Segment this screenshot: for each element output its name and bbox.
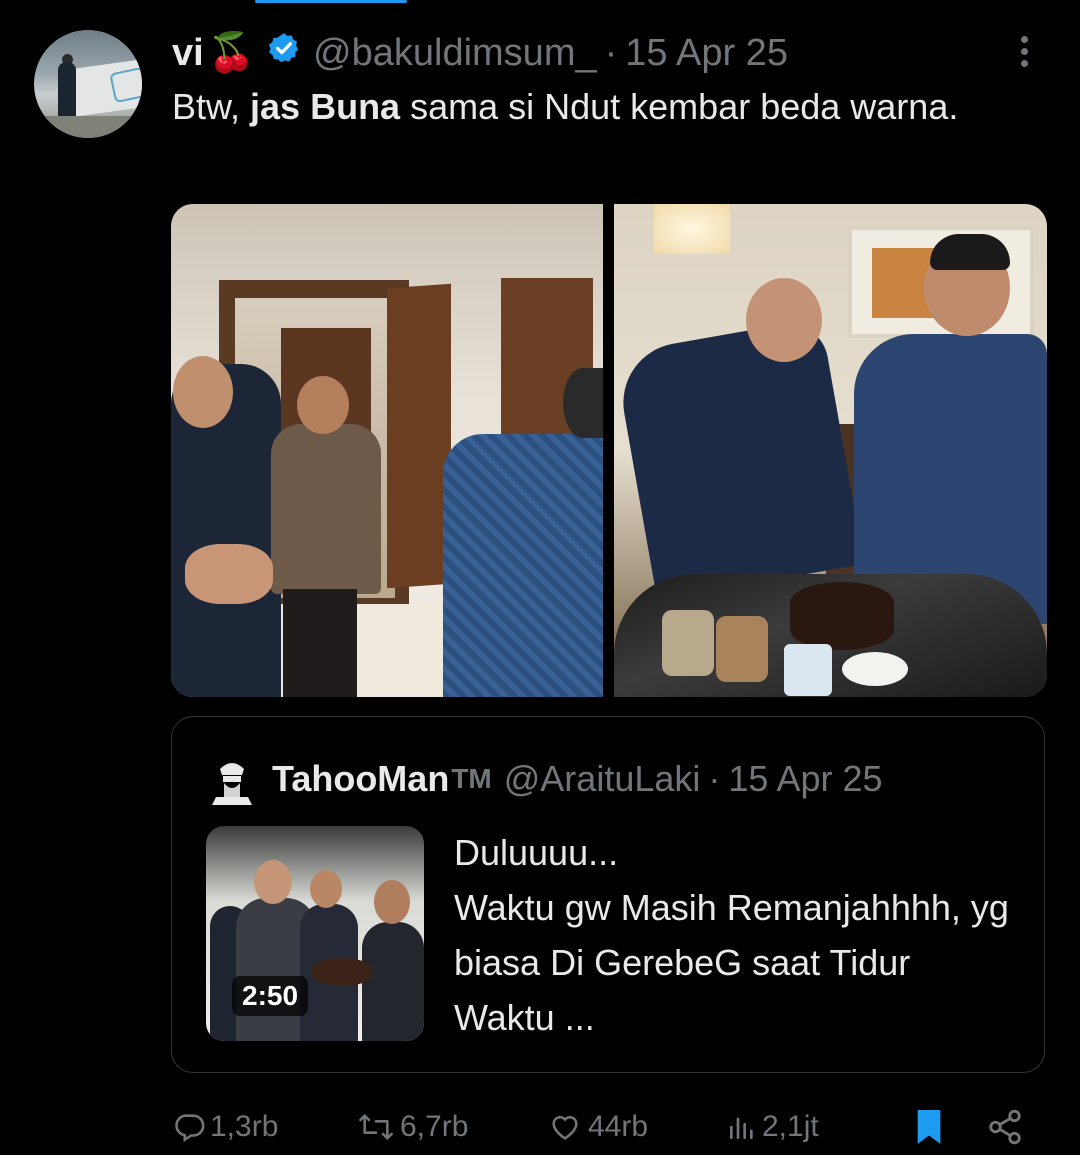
thumb-cake [312,958,372,986]
share-button[interactable] [986,1100,1024,1154]
quoted-separator-dot: · [708,758,721,799]
action-bar: 1,3rb 6,7rb 44rb 2,1jt [0,1100,1080,1154]
avatar-graffiti [109,66,142,104]
photo-lamp [654,204,730,254]
photo-man-center-legs [283,589,357,697]
photo-plate [842,652,908,686]
trademark-mark: TM [451,763,492,794]
views-count: 2,1jt [762,1110,819,1143]
photo-man-right-hair [930,234,1010,270]
views-button[interactable]: 2,1jt [726,1100,819,1154]
separator-dot: · [604,31,618,74]
quoted-tweet[interactable]: TahooMan TM @AraituLaki · 15 Apr 25 2:50… [171,716,1045,1073]
repost-count: 6,7rb [400,1110,469,1143]
like-icon [552,1115,578,1140]
quoted-text: Duluuuu... Waktu gw Masih Remanjahhhh, y… [454,832,1009,1038]
photo-man-center-head [297,376,349,434]
thumb-head-right [374,880,410,924]
reply-icon [175,1114,205,1143]
photo-bottles [784,644,832,696]
thumb-head-center [254,860,292,904]
repost-icon [359,1114,393,1140]
tweet-date[interactable]: 15 Apr 25 [625,32,788,75]
photo-man-left-head [173,356,233,428]
photo-man-left [614,317,865,601]
tweet-photo-1[interactable] [171,204,603,697]
quoted-date[interactable]: 15 Apr 25 [728,758,882,800]
more-icon[interactable] [1014,36,1034,72]
avatar-ground [34,116,142,138]
quoted-header: TahooMan TM @AraituLaki · 15 Apr 25 [272,753,883,805]
photo-jar-1 [662,610,714,676]
tweet-text-part-1: Btw, [172,86,251,127]
photo-open-door [387,283,451,589]
photo-man-left-head [746,278,822,362]
photo-man-right [443,434,603,697]
tweet-header: vi 🍒 @bakuldimsum_ · 15 Apr 25 [172,28,788,78]
quoted-author-name[interactable]: TahooMan [272,758,449,800]
tweet-text: Btw, jas Buna sama si Ndut kembar beda w… [172,80,1032,134]
tweet-text-part-3: sama si Ndut kembar beda warna. [400,86,959,127]
photo-man-center [271,424,381,594]
verified-badge-icon[interactable] [267,31,301,75]
quoted-author-handle[interactable]: @AraituLaki [504,758,701,800]
thumb-head-middle [310,870,342,908]
author-handle[interactable]: @bakuldimsum_ [313,32,597,75]
author-name[interactable]: vi [172,32,204,75]
bookmark-icon [917,1110,941,1144]
repost-button[interactable]: 6,7rb [356,1100,468,1154]
views-icon [730,1117,753,1139]
tweet-photo-2[interactable] [614,204,1047,697]
reply-count: 1,3rb [210,1110,279,1143]
like-count: 44rb [588,1110,649,1143]
quoted-author-avatar[interactable] [206,753,258,805]
photo-cake [790,582,894,650]
video-duration: 2:50 [232,976,309,1016]
photo-hands [185,544,273,604]
avatar-person [58,62,76,118]
reply-button[interactable]: 1,3rb [172,1100,278,1154]
tweet-text-bold: jas Buna [250,86,401,127]
author-avatar[interactable] [34,30,142,138]
active-tab-indicator [255,0,407,3]
quoted-video-thumbnail[interactable]: 2:50 [206,826,424,1041]
photo-man-right-head [563,368,603,438]
like-button[interactable]: 44rb [546,1100,648,1154]
bookmark-button[interactable] [912,1100,946,1154]
share-icon [989,1109,1021,1145]
thumb-man-right [362,922,424,1041]
photo-jar-2 [716,616,768,682]
cherry-emoji: 🍒 [207,32,256,74]
